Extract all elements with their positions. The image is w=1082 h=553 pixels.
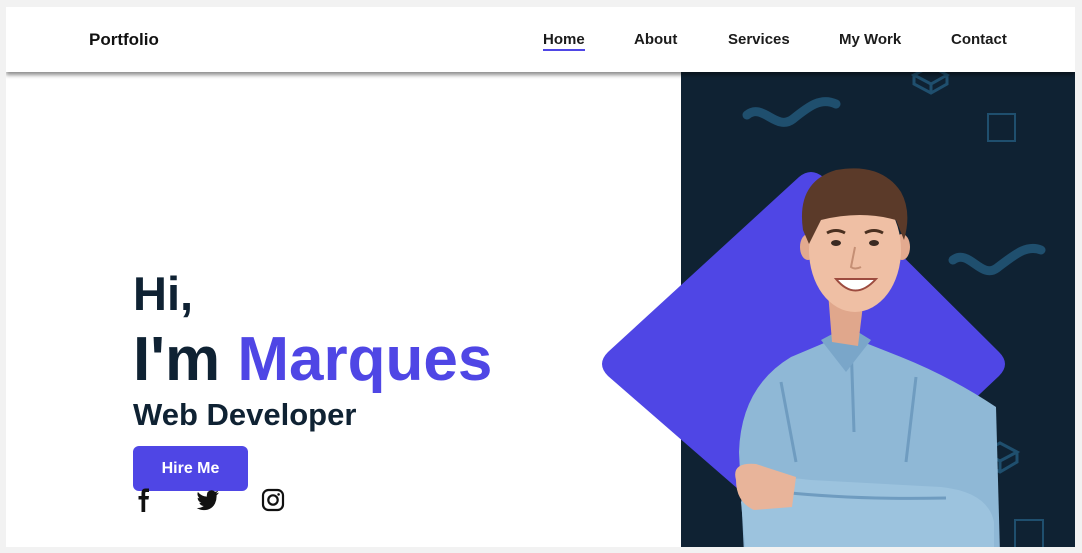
square-shape xyxy=(987,113,1016,142)
facebook-icon[interactable] xyxy=(132,488,156,512)
square-shape xyxy=(1014,519,1044,547)
nav-about[interactable]: About xyxy=(634,31,677,48)
instagram-icon[interactable] xyxy=(261,488,285,512)
navbar: Portfolio Home About Services My Work Co… xyxy=(6,7,1075,72)
nav-services[interactable]: Services xyxy=(728,31,790,48)
squiggle-shape xyxy=(742,97,841,127)
nav-contact[interactable]: Contact xyxy=(951,31,1007,48)
profile-portrait xyxy=(602,168,1005,547)
hero-intro: I'm Marques xyxy=(133,329,492,391)
nav-home[interactable]: Home xyxy=(543,31,585,51)
hero-intro-prefix: I'm xyxy=(133,325,221,394)
twitter-icon[interactable] xyxy=(196,488,220,512)
page: Portfolio Home About Services My Work Co… xyxy=(6,7,1075,547)
hire-me-button[interactable]: Hire Me xyxy=(133,446,248,491)
hero-role: Web Developer xyxy=(133,397,357,432)
brand-logo[interactable]: Portfolio xyxy=(89,30,159,50)
hero-greeting: Hi, xyxy=(133,267,194,320)
hero-name: Marques xyxy=(237,325,493,394)
cube-shape xyxy=(910,72,951,95)
nav-my-work[interactable]: My Work xyxy=(839,31,901,48)
